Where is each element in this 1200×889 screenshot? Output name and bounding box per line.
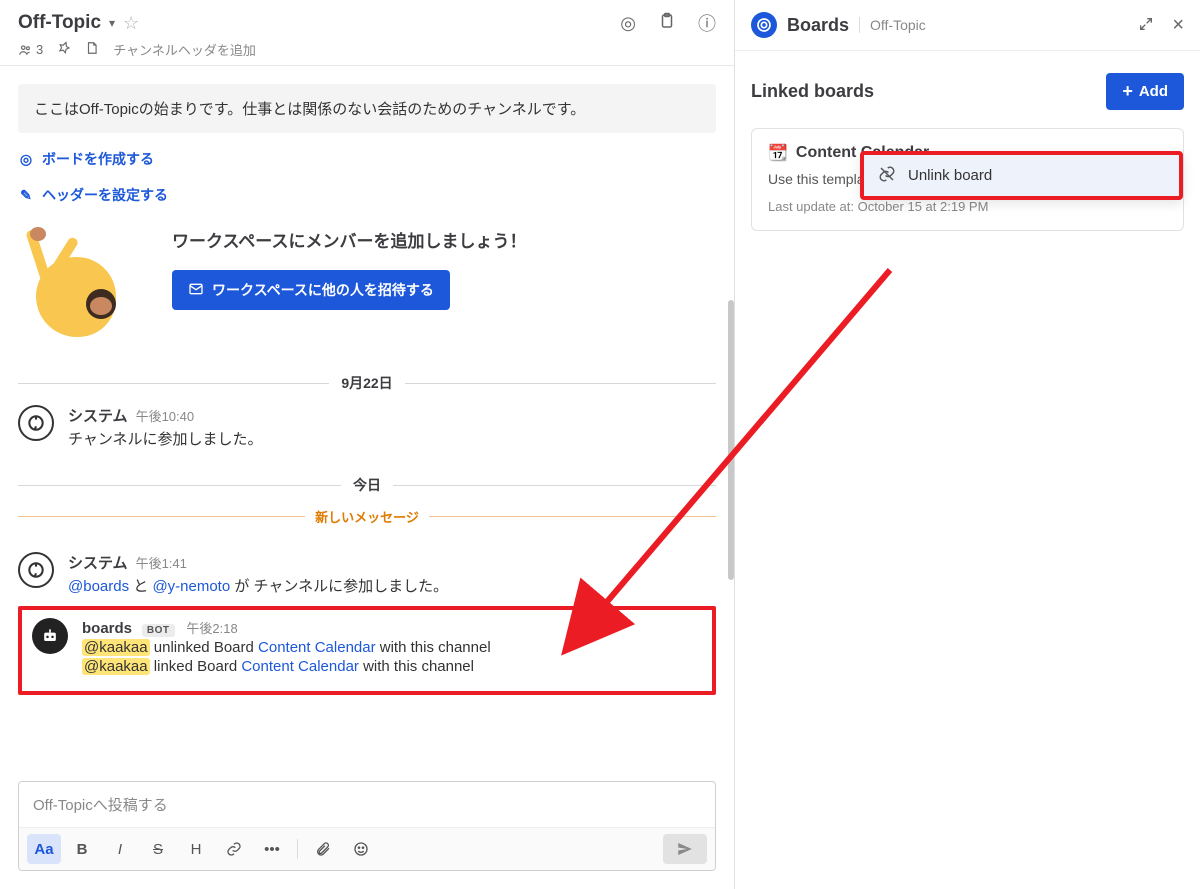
date-separator: 今日 [18, 475, 716, 495]
set-header-label: ヘッダーを設定する [42, 185, 168, 205]
info-icon[interactable]: ⓘ [698, 10, 716, 36]
pencil-icon: ✎ [18, 187, 34, 204]
invite-button[interactable]: ワークスペースに他の人を招待する [172, 270, 450, 310]
composer-input[interactable]: Off-Topicへ投稿する [19, 782, 715, 827]
target-icon[interactable]: ◎ [620, 13, 636, 34]
post-time: 午後2:18 [186, 621, 237, 636]
emoji-button[interactable] [344, 834, 378, 864]
unlink-menu-item[interactable]: Unlink board [860, 151, 1183, 200]
rhs-title: Boards [787, 15, 849, 36]
system-avatar [18, 405, 54, 441]
more-button[interactable]: ••• [255, 834, 289, 864]
board-link[interactable]: Content Calendar [241, 658, 359, 675]
close-icon[interactable]: × [1172, 14, 1184, 37]
invite-title: ワークスペースにメンバーを追加しましょう！ [172, 227, 526, 252]
link-button[interactable] [217, 834, 251, 864]
post-author: boards [82, 620, 132, 637]
bot-badge: BOT [142, 624, 175, 637]
linked-board-card[interactable]: 📆 Content Calendar ••• Use this template… [751, 128, 1184, 231]
plus-icon: + [1122, 81, 1133, 102]
create-board-label: ボードを作成する [42, 149, 154, 169]
add-board-label: Add [1139, 83, 1168, 100]
message-composer[interactable]: Off-Topicへ投稿する Aa B I S H ••• [18, 781, 716, 871]
system-post: システム午後1:41 @boards と @y-nemoto が チャンネルに参… [18, 552, 716, 596]
post-text: チャンネルに参加しました。 [68, 428, 263, 449]
mail-icon [188, 281, 204, 300]
channel-header: Off-Topic ▾ ☆ ◎ ⓘ 3 [0, 0, 734, 66]
linked-boards-heading: Linked boards [751, 81, 874, 102]
post-time: 午後1:41 [136, 556, 187, 571]
unlink-label: Unlink board [908, 167, 992, 184]
annotation-highlight: boards BOT 午後2:18 @kaakaa unlinked Board… [18, 606, 716, 695]
file-icon[interactable] [85, 41, 99, 58]
invite-illustration [18, 227, 148, 347]
star-icon[interactable]: ☆ [123, 13, 139, 34]
date-separator: 9月22日 [18, 373, 716, 393]
channel-name[interactable]: Off-Topic [18, 12, 101, 34]
rhs-header: Boards Off-Topic × [735, 0, 1200, 51]
mention-highlight[interactable]: @kaakaa [82, 639, 150, 656]
chevron-down-icon[interactable]: ▾ [109, 16, 115, 30]
new-messages-separator: 新しいメッセージ [18, 507, 716, 526]
post-text: @boards と @y-nemoto が チャンネルに参加しました。 [68, 575, 448, 596]
scrollbar[interactable] [728, 300, 734, 580]
attachment-button[interactable] [306, 834, 340, 864]
strike-button[interactable]: S [141, 834, 175, 864]
post-text: @kaakaa linked Board Content Calendar wi… [82, 658, 491, 675]
bot-avatar [32, 618, 68, 654]
mention[interactable]: @boards [68, 578, 129, 595]
mention[interactable]: @y-nemoto [152, 578, 230, 595]
channel-heading-placeholder[interactable]: チャンネルヘッダを追加 [113, 40, 256, 59]
post-author: システム [68, 408, 128, 425]
member-count-value: 3 [36, 42, 43, 57]
system-avatar [18, 552, 54, 588]
post-text: @kaakaa unlinked Board Content Calendar … [82, 639, 491, 656]
italic-button[interactable]: I [103, 834, 137, 864]
invite-button-label: ワークスペースに他の人を招待する [212, 280, 434, 300]
calendar-icon: 📆 [768, 143, 788, 163]
clipboard-icon[interactable] [658, 12, 676, 35]
board-link[interactable]: Content Calendar [258, 639, 376, 656]
rhs-subtitle: Off-Topic [859, 17, 926, 33]
pin-icon[interactable] [57, 41, 71, 58]
create-board-link[interactable]: ◎ ボードを作成する [18, 149, 716, 169]
system-post: システム午後10:40 チャンネルに参加しました。 [18, 405, 716, 449]
boards-logo-icon [751, 12, 777, 38]
post-time: 午後10:40 [136, 409, 195, 424]
post-author: システム [68, 555, 128, 572]
member-count[interactable]: 3 [18, 42, 43, 57]
board-card-meta: Last update at: October 15 at 2:19 PM [768, 199, 1167, 214]
expand-icon[interactable] [1138, 16, 1154, 35]
channel-intro: ここはOff-Topicの始まりです。仕事とは関係のない会話のためのチャンネルで… [18, 84, 716, 133]
unlink-icon [878, 165, 896, 186]
add-board-button[interactable]: + Add [1106, 73, 1184, 110]
target-icon: ◎ [18, 151, 34, 168]
heading-button[interactable]: H [179, 834, 213, 864]
set-header-link[interactable]: ✎ ヘッダーを設定する [18, 185, 716, 205]
mention-highlight[interactable]: @kaakaa [82, 658, 150, 675]
format-toggle[interactable]: Aa [27, 834, 61, 864]
bold-button[interactable]: B [65, 834, 99, 864]
send-button[interactable] [663, 834, 707, 864]
composer-toolbar: Aa B I S H ••• [19, 827, 715, 870]
